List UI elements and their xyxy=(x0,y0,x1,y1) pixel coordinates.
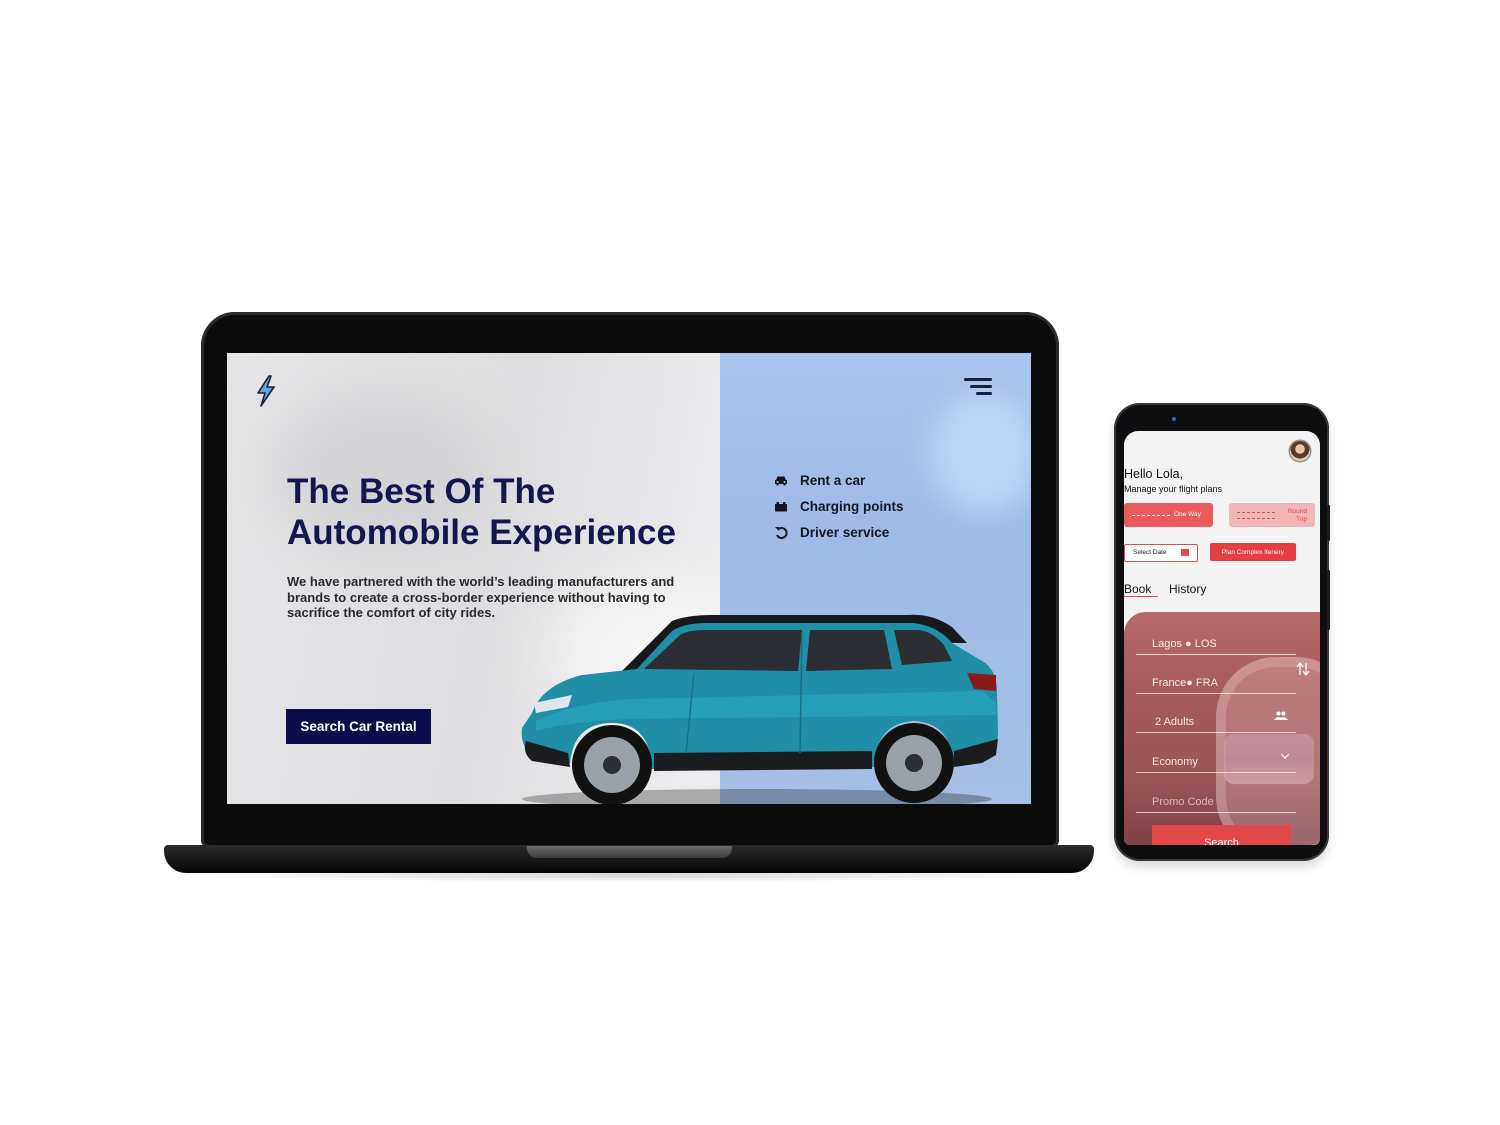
people-icon xyxy=(1274,711,1288,720)
passengers-value: 2 Adults xyxy=(1155,716,1195,728)
route-line-icon xyxy=(1237,518,1275,520)
greeting: Hello Lola, xyxy=(1124,467,1184,481)
hamburger-line xyxy=(976,392,992,395)
greeting-subtitle: Manage your flight plans xyxy=(1124,484,1223,494)
tab-book[interactable]: Book xyxy=(1124,582,1151,596)
select-date-label: Select Date xyxy=(1133,549,1167,556)
hero-headline: The Best Of The Automobile Experience xyxy=(287,472,676,552)
destination-field[interactable]: France● FRA xyxy=(1136,657,1296,694)
phone-side-button xyxy=(1327,505,1330,541)
laptop-notch xyxy=(527,846,732,858)
menu-item-label: Driver service xyxy=(800,524,890,540)
menu-item-charging-points[interactable]: Charging points xyxy=(773,493,904,519)
active-tab-indicator xyxy=(1124,596,1158,597)
origin-value: Lagos ● LOS xyxy=(1152,638,1217,650)
round-trip-button[interactable]: Round Trip xyxy=(1229,503,1315,527)
laptop-shadow xyxy=(180,868,1080,882)
calendar-icon xyxy=(1181,549,1189,556)
hamburger-line xyxy=(964,378,992,381)
phone-screen: Hello Lola, Manage your flight plans One… xyxy=(1124,431,1320,845)
panel-glow xyxy=(930,393,1031,513)
menu-item-rent-a-car[interactable]: Rent a car xyxy=(773,467,904,493)
phone-camera xyxy=(1172,417,1176,421)
cabin-class-select[interactable]: Economy xyxy=(1136,736,1296,773)
lightning-logo-icon[interactable] xyxy=(255,375,277,407)
one-way-label: One Way xyxy=(1174,511,1201,518)
promo-code-input[interactable]: Promo Code xyxy=(1136,776,1296,813)
battery-icon xyxy=(773,499,788,513)
search-car-rental-button[interactable]: Search Car Rental xyxy=(286,709,431,744)
refresh-icon xyxy=(773,525,788,539)
car-icon xyxy=(773,473,788,487)
user-avatar[interactable] xyxy=(1290,441,1310,461)
passengers-field[interactable]: 2 Adults xyxy=(1136,696,1296,733)
suv-car-image xyxy=(521,614,998,804)
swap-icon[interactable] xyxy=(1296,662,1310,676)
nav-menu: Rent a car Charging points Driver servic… xyxy=(773,467,904,545)
round-trip-label: Round Trip xyxy=(1287,508,1307,523)
laptop-screen: The Best Of The Automobile Experience We… xyxy=(227,353,1031,804)
menu-item-label: Charging points xyxy=(800,498,904,514)
select-date-input[interactable]: Select Date xyxy=(1124,544,1198,562)
tab-history[interactable]: History xyxy=(1169,582,1206,596)
hamburger-menu-icon[interactable] xyxy=(964,378,992,398)
booking-form-panel: Lagos ● LOS France● FRA 2 Adults Economy… xyxy=(1124,612,1320,845)
menu-item-label: Rent a car xyxy=(800,472,866,488)
plan-itinerary-button[interactable]: Plan Complex Itenery xyxy=(1210,543,1296,561)
origin-field[interactable]: Lagos ● LOS xyxy=(1136,618,1296,655)
promo-code-placeholder: Promo Code xyxy=(1152,796,1214,808)
chevron-down-icon xyxy=(1281,754,1289,759)
route-line-icon xyxy=(1237,512,1275,514)
hamburger-line xyxy=(970,385,992,388)
one-way-button[interactable]: One Way xyxy=(1124,503,1213,527)
route-line-icon xyxy=(1132,515,1170,517)
destination-value: France● FRA xyxy=(1152,677,1218,689)
cabin-class-value: Economy xyxy=(1152,756,1198,768)
phone-volume-button xyxy=(1327,570,1330,630)
menu-item-driver-service[interactable]: Driver service xyxy=(773,519,904,545)
search-flights-button[interactable]: Search xyxy=(1152,825,1291,845)
